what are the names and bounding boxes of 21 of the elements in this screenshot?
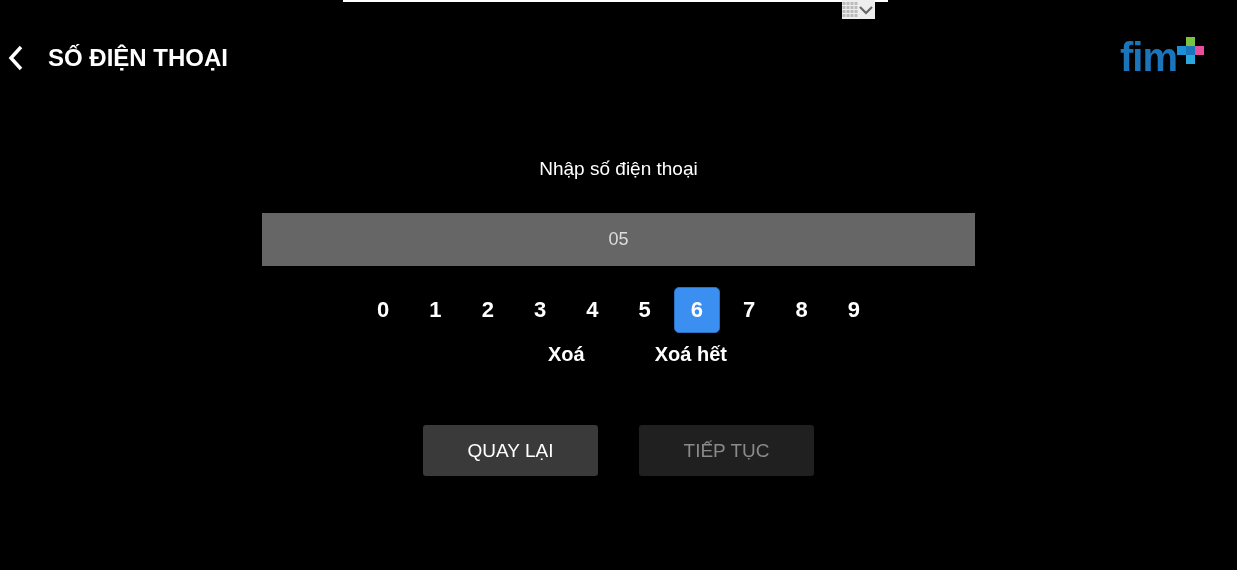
logo: fim [1120,37,1205,77]
digit-key[interactable]: 0 [360,287,407,333]
digit-key[interactable]: 4 [569,287,616,333]
back-button[interactable]: QUAY LẠI [423,425,598,476]
grid-icon [842,0,858,19]
dropdown-toggle[interactable] [842,0,875,19]
page-title: SỐ ĐIỆN THOẠI [48,44,228,72]
digit-key[interactable]: 2 [464,287,511,333]
digit-key[interactable]: 8 [778,287,825,333]
chevron-down-icon [858,3,874,16]
prompt-label: Nhập số điện thoại [539,158,698,181]
back-icon[interactable] [8,45,24,71]
delete-button[interactable]: Xoá [548,339,585,369]
phone-input-field[interactable]: 05 [262,213,975,266]
digit-key[interactable]: 1 [412,287,459,333]
digit-key[interactable]: 5 [621,287,668,333]
digit-key[interactable]: 9 [830,287,877,333]
delete-button[interactable]: Xoá hết [654,339,727,369]
digit-key[interactable]: 7 [726,287,773,333]
plus-icon [1177,37,1205,67]
digit-key[interactable]: 3 [517,287,564,333]
